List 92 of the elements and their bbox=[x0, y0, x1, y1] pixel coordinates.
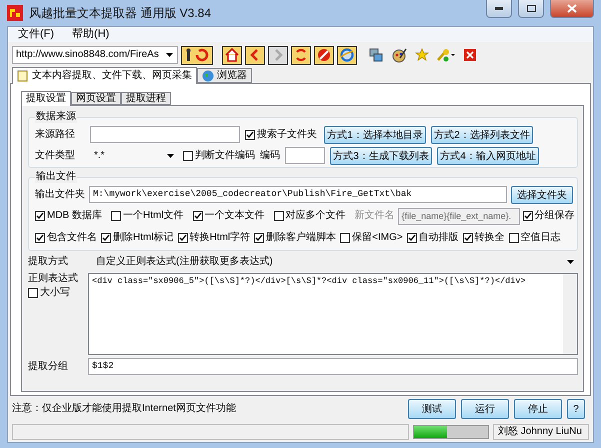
tab[interactable]: 文本内容提取、文件下载、网页采集 bbox=[12, 67, 197, 84]
field-label: 编码 bbox=[260, 150, 280, 162]
checkbox[interactable]: MDB 数据库 bbox=[35, 210, 102, 222]
browser-icon bbox=[340, 48, 354, 62]
output-folder-field[interactable]: M:\mywork\exercise\2005_codecreator\Publish\Fire_GetTxt\bak bbox=[89, 186, 507, 203]
palette-icon bbox=[392, 48, 406, 62]
checkmark-icon bbox=[464, 234, 472, 242]
action-button[interactable]: 停止 bbox=[514, 399, 562, 419]
checkmark-icon bbox=[36, 234, 44, 242]
checkbox[interactable]: 转换Html字符 bbox=[178, 232, 250, 244]
author-text: 刘怒 Johnny LiuNu bbox=[493, 424, 589, 440]
action-button[interactable]: 方式1：选择本地目录 bbox=[324, 126, 426, 144]
checkmark-icon bbox=[255, 234, 264, 242]
checkmark-icon bbox=[524, 212, 532, 220]
field-label: 文件类型 bbox=[35, 150, 76, 162]
checkmark-icon bbox=[36, 212, 44, 220]
checkbox[interactable]: 保留<IMG> bbox=[340, 232, 403, 244]
method-combo[interactable]: 自定义正则表达式(注册获取更多表达式) bbox=[92, 254, 578, 270]
checkbox[interactable]: 空值日志 bbox=[508, 232, 561, 244]
checkmark-icon bbox=[102, 234, 110, 242]
encoding-field[interactable] bbox=[285, 147, 325, 164]
toolbar-button[interactable] bbox=[314, 46, 334, 64]
checkbox[interactable]: 判断文件编码 bbox=[183, 150, 255, 162]
scrollbar[interactable] bbox=[563, 274, 577, 354]
choose-folder-button[interactable]: 选择文件夹 bbox=[511, 186, 573, 204]
checkbox[interactable]: 删除客户端脚本 bbox=[254, 232, 336, 244]
minimize-icon bbox=[495, 7, 503, 10]
action-button[interactable]: 方式2：选择列表文件 bbox=[431, 126, 533, 144]
menu-item[interactable]: 帮助(H) bbox=[72, 28, 110, 42]
group-field[interactable]: $1$2 bbox=[88, 358, 578, 375]
field-label: 提取分组 bbox=[28, 360, 69, 372]
field-label: 来源路径 bbox=[35, 128, 76, 140]
stop-icon bbox=[317, 48, 331, 62]
action-button[interactable]: ? bbox=[567, 399, 585, 419]
file-name-field[interactable]: {file_name}{file_ext_name}. bbox=[398, 208, 520, 224]
app-logo-icon bbox=[7, 5, 23, 21]
toolbar-button[interactable] bbox=[337, 46, 357, 64]
checkbox[interactable]: 搜索子文件夹 bbox=[245, 128, 317, 140]
tab[interactable]: 浏览器 bbox=[197, 68, 252, 83]
close-icon bbox=[567, 4, 577, 13]
dropdown-arrow-icon[interactable] bbox=[567, 260, 574, 264]
tab[interactable]: 网页设置 bbox=[71, 92, 121, 105]
toolbar-button[interactable] bbox=[245, 46, 265, 64]
tab[interactable]: 提取进程 bbox=[121, 92, 171, 105]
checkmark-icon bbox=[194, 212, 202, 220]
menu-item[interactable]: 文件(F) bbox=[18, 28, 54, 42]
checkbox[interactable]: 删除Html标记 bbox=[101, 232, 174, 244]
action-button[interactable]: 运行 bbox=[461, 399, 509, 419]
checkmark-icon bbox=[246, 130, 254, 138]
file-type-combo[interactable]: *.* bbox=[90, 148, 178, 164]
dropdown-arrow-icon[interactable] bbox=[166, 53, 173, 57]
checkbox[interactable]: 对应多个文件 bbox=[274, 210, 346, 222]
group-title: 数据来源 bbox=[35, 111, 77, 123]
checkbox[interactable]: 自动排版 bbox=[406, 232, 459, 244]
action-button[interactable]: 方式3：生成下载列表 bbox=[330, 146, 432, 164]
regex-textarea[interactable]: <div class="sx0906_5">([\s\S]*?)</div>[\s\S]*?<div class="sx0906_11">([\s\S]*?)</div> bbox=[88, 273, 578, 355]
toolbar-button[interactable] bbox=[181, 46, 213, 64]
checkbox[interactable]: 一个文本文件 bbox=[192, 210, 265, 222]
group-title: 输出文件 bbox=[35, 171, 77, 183]
checkmark-icon bbox=[408, 234, 416, 242]
close-icon bbox=[464, 49, 476, 61]
field-label: 提取方式 bbox=[28, 256, 69, 268]
dropdown-arrow-icon[interactable] bbox=[167, 154, 174, 158]
url-combo[interactable]: http://www.sino8848.com/FireAs bbox=[12, 46, 178, 64]
checkbox[interactable]: 分组保存 bbox=[522, 210, 575, 222]
maximize-button[interactable] bbox=[518, 0, 544, 18]
checkmark-icon bbox=[178, 234, 187, 242]
checkbox[interactable]: 一个Html文件 bbox=[111, 210, 184, 222]
document-icon bbox=[17, 70, 29, 82]
checkbox[interactable]: 大小写 bbox=[28, 287, 84, 299]
minimize-button[interactable] bbox=[486, 0, 512, 18]
action-button[interactable]: 测试 bbox=[408, 399, 456, 419]
field-label: 输出文件夹 bbox=[35, 188, 85, 200]
maximize-icon bbox=[526, 5, 536, 12]
key-dropdown-icon bbox=[436, 48, 456, 62]
field-label: 新文件名 bbox=[354, 210, 395, 222]
field-label: 正则表达式 bbox=[28, 273, 79, 285]
checkbox[interactable]: 转换全 bbox=[462, 232, 505, 244]
checkbox[interactable]: 包含文件名 bbox=[35, 232, 97, 244]
toolbar-button[interactable] bbox=[291, 46, 311, 64]
close-button[interactable] bbox=[550, 0, 594, 18]
action-button[interactable]: 方式4：输入网页地址 bbox=[437, 146, 539, 164]
globe-icon bbox=[202, 70, 214, 82]
source-path-field[interactable] bbox=[90, 126, 240, 143]
tab[interactable]: 提取设置 bbox=[21, 91, 71, 106]
toolbar-button[interactable] bbox=[222, 46, 242, 64]
home-icon bbox=[225, 48, 239, 62]
notice-text: 注意：仅企业版才能使用提取Internet网页文件功能 bbox=[12, 403, 237, 415]
star-icon bbox=[415, 48, 429, 62]
window-title: 风越批量文本提取器 通用版 V3.84 bbox=[29, 6, 212, 20]
refresh-icon bbox=[294, 48, 308, 62]
windows-icon bbox=[369, 48, 383, 62]
